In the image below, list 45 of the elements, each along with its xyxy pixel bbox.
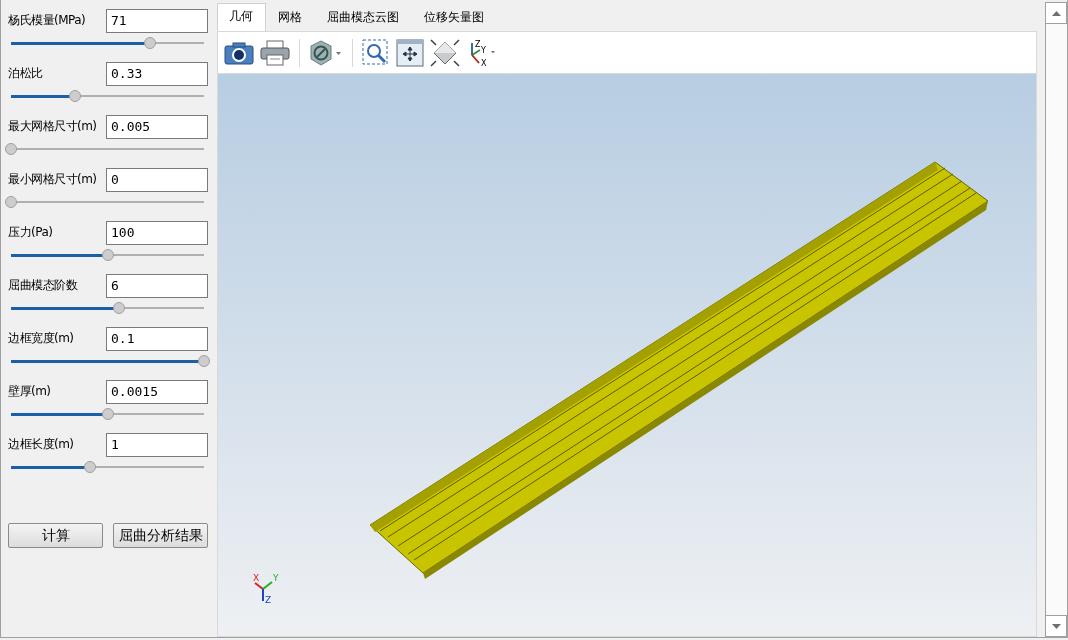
input-field[interactable]: 0 [106, 167, 208, 192]
slider-thumb[interactable] [101, 249, 114, 261]
slider-thumb[interactable] [5, 143, 17, 155]
fit-view-icon[interactable] [396, 38, 424, 67]
input-field[interactable]: 100 [106, 220, 208, 245]
field-label: 壁厚(m) [8, 383, 51, 400]
slider-thumb[interactable] [101, 408, 114, 420]
slider-thumb[interactable] [5, 196, 17, 208]
camera-icon[interactable] [224, 40, 254, 65]
field-label: 最大网格尺寸(m) [8, 118, 97, 135]
field-label: 边框长度(m) [8, 436, 74, 453]
axis-triad-drawing: X Y Z [253, 573, 279, 605]
results-button[interactable]: 屈曲分析结果 [113, 523, 208, 548]
input-field[interactable]: 0.33 [106, 61, 208, 86]
input-field[interactable]: 71 [106, 8, 208, 33]
zoom-box-icon[interactable] [362, 38, 390, 67]
slider-thumb[interactable] [198, 355, 210, 367]
field-label: 最小网格尺寸(m) [8, 171, 97, 188]
input-field[interactable]: 0.1 [106, 326, 208, 351]
field-label: 屈曲模态阶数 [8, 277, 77, 294]
slider-thumb[interactable] [68, 90, 81, 102]
scroll-up-button[interactable] [1046, 2, 1067, 24]
input-field[interactable]: 1 [106, 432, 208, 457]
tab[interactable]: 几何 [217, 3, 266, 31]
calculate-button[interactable]: 计算 [8, 523, 103, 548]
tab[interactable]: 屈曲模态云图 [315, 4, 412, 31]
up-arrow-icon [1051, 10, 1061, 16]
input-field[interactable]: 0.0015 [106, 379, 208, 404]
down-arrow-icon [1051, 623, 1061, 629]
scroll-down-button[interactable] [1046, 615, 1067, 637]
input-field[interactable]: 6 [106, 273, 208, 298]
field-label: 压力(Pa) [8, 224, 53, 241]
slider-thumb[interactable] [143, 37, 156, 49]
field-label: 边框宽度(m) [8, 330, 74, 347]
slider-thumb[interactable] [84, 461, 97, 473]
printer-icon[interactable] [260, 39, 290, 66]
field-label: 泊松比 [8, 65, 43, 82]
3d-viewport[interactable]: X Y Z [217, 73, 1038, 637]
tab[interactable]: 位移矢量图 [412, 4, 497, 31]
hexagon-icon[interactable] [309, 39, 343, 66]
input-field[interactable]: 0.005 [106, 114, 208, 139]
diamond-icon[interactable] [430, 38, 460, 67]
field-label: 杨氏模量(MPa) [8, 12, 86, 29]
tab[interactable]: 网格 [266, 4, 315, 31]
slider-thumb[interactable] [113, 302, 126, 314]
